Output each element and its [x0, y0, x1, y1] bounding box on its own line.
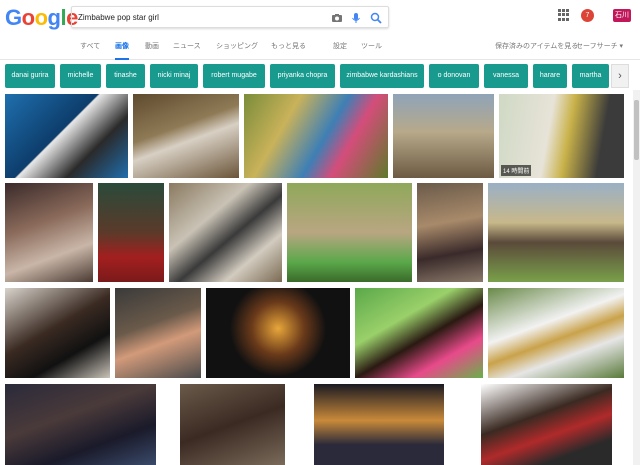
image-result[interactable]: [180, 384, 285, 465]
logo-letter: o: [21, 5, 35, 30]
image-result[interactable]: [5, 384, 156, 465]
logo-letter: g: [47, 5, 61, 30]
image-result[interactable]: [287, 183, 412, 282]
saved-items-link[interactable]: 保存済みのアイテムを見る: [495, 41, 578, 51]
tab-settings[interactable]: 設定: [333, 41, 347, 51]
image-result[interactable]: [133, 94, 239, 178]
chip[interactable]: martha: [572, 64, 609, 88]
tab-all[interactable]: すべて: [80, 41, 100, 51]
microphone-icon[interactable]: [349, 11, 363, 25]
tab-news[interactable]: ニュース: [173, 41, 201, 51]
search-nav: すべて 画像 動画 ニュース ショッピング もっと見る 設定 ツール 保存済みの…: [0, 41, 640, 60]
tab-more[interactable]: もっと見る: [271, 41, 306, 51]
active-tab-indicator: [115, 58, 129, 60]
image-result[interactable]: [5, 183, 93, 282]
search-icon[interactable]: [369, 11, 383, 25]
image-result[interactable]: 14 時間前: [499, 94, 624, 178]
time-badge: 14 時間前: [501, 165, 532, 176]
logo-letter: o: [34, 5, 48, 30]
chevron-right-icon[interactable]: ›: [611, 64, 629, 88]
apps-grid-icon[interactable]: [558, 9, 570, 21]
chip[interactable]: danai gurira: [5, 64, 55, 88]
chip[interactable]: nicki minaj: [150, 64, 198, 88]
image-result[interactable]: [5, 288, 110, 378]
header: Google 7 石川 すべて 画像 動画 ニュース ショッピング もっと見る …: [0, 0, 640, 60]
logo-letter: G: [5, 5, 22, 30]
image-result[interactable]: [98, 183, 164, 282]
image-result[interactable]: [169, 183, 282, 282]
search-box: [71, 6, 389, 28]
tab-shopping[interactable]: ショッピング: [216, 41, 258, 51]
image-result[interactable]: [5, 94, 128, 178]
chip[interactable]: vanessa: [484, 64, 528, 88]
image-result[interactable]: [244, 94, 388, 178]
google-logo[interactable]: Google: [5, 5, 78, 31]
search-input[interactable]: [78, 10, 318, 25]
chip[interactable]: o donovan: [429, 64, 479, 88]
image-result[interactable]: [417, 183, 483, 282]
chip[interactable]: tinashe: [106, 64, 145, 88]
image-result[interactable]: [481, 384, 612, 465]
chip[interactable]: robert mugabe: [203, 64, 265, 88]
image-result[interactable]: [206, 288, 350, 378]
chip[interactable]: harare: [533, 64, 567, 88]
notification-badge[interactable]: 7: [581, 9, 594, 22]
safesearch-menu[interactable]: セーフサーチ ▾: [576, 41, 623, 51]
image-result[interactable]: [488, 288, 624, 378]
scrollbar[interactable]: [633, 90, 640, 465]
chip[interactable]: priyanka chopra: [270, 64, 335, 88]
related-chips: danai gurira michelle tinashe nicki mina…: [0, 64, 640, 90]
image-result[interactable]: [115, 288, 201, 378]
image-result[interactable]: [488, 183, 624, 282]
chip[interactable]: michelle: [60, 64, 101, 88]
tab-tools[interactable]: ツール: [361, 41, 382, 51]
chip[interactable]: zimbabwe kardashians: [340, 64, 424, 88]
image-result[interactable]: [314, 384, 444, 465]
camera-icon[interactable]: [330, 11, 344, 25]
image-result[interactable]: [393, 94, 494, 178]
image-result[interactable]: [355, 288, 483, 378]
avatar[interactable]: 石川: [613, 9, 631, 22]
page: Google 7 石川 すべて 画像 動画 ニュース ショッピング もっと見る …: [0, 0, 640, 465]
tab-videos[interactable]: 動画: [145, 41, 159, 51]
tab-images[interactable]: 画像: [115, 41, 129, 51]
